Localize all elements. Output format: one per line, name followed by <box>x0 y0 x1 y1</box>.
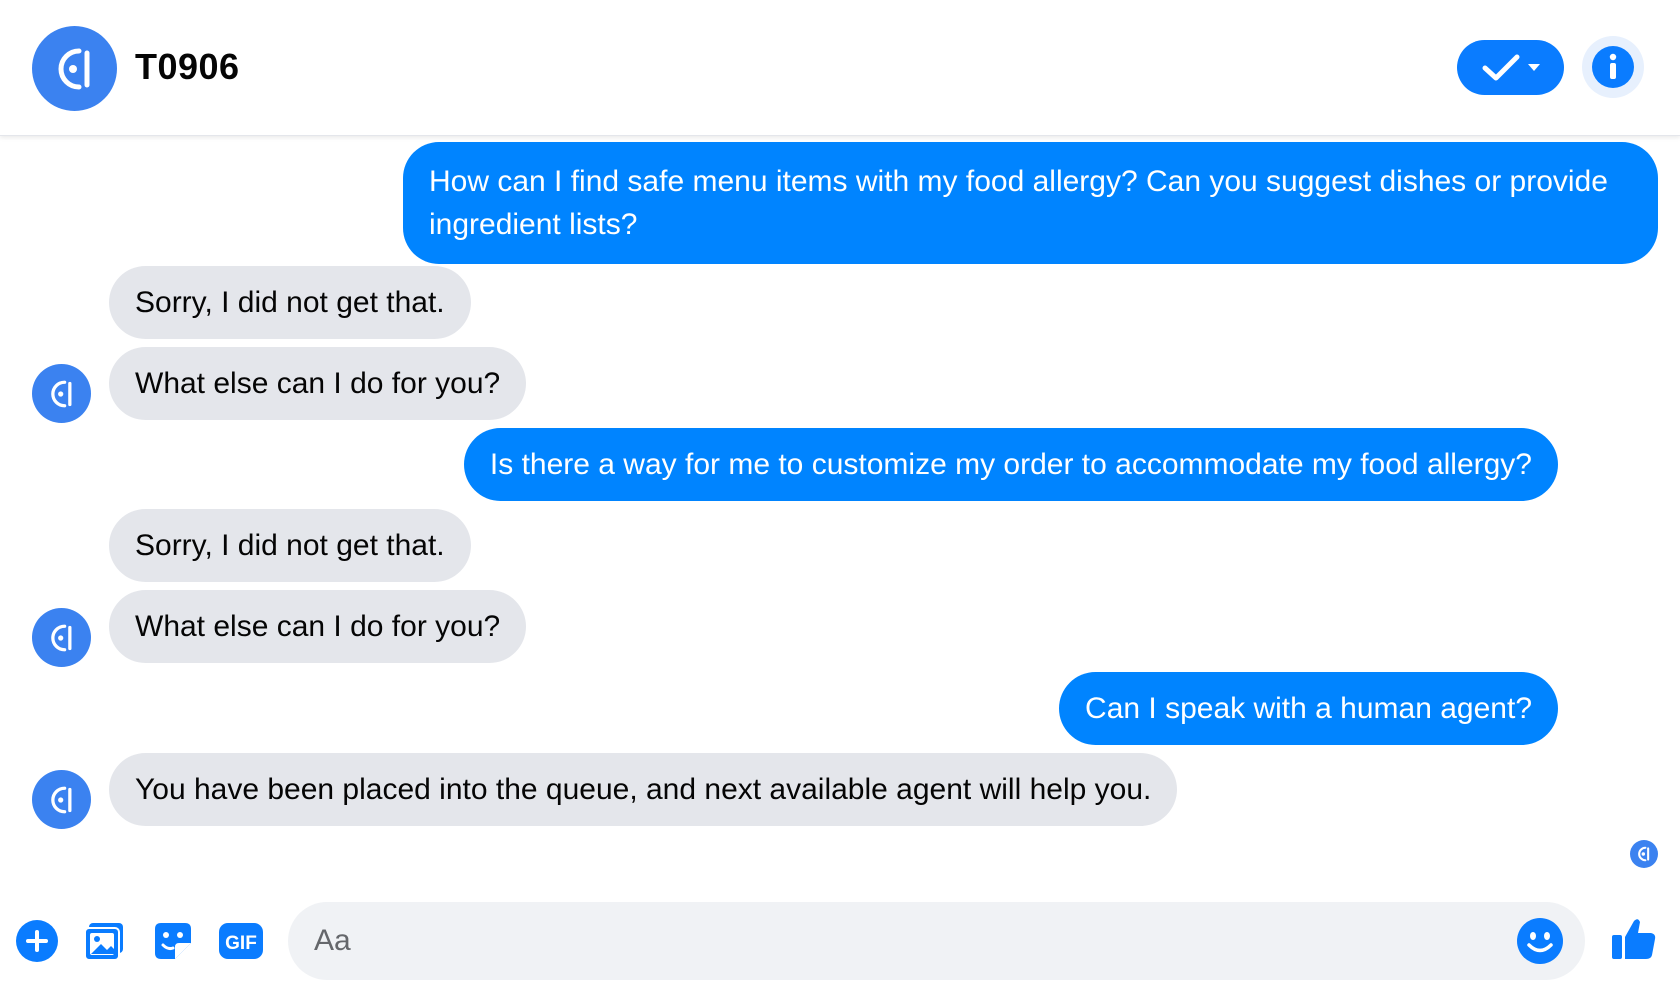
cl-logo-icon <box>32 26 117 111</box>
bot-message: Sorry, I did not get that. <box>109 509 471 582</box>
bot-message: What else can I do for you? <box>109 347 527 420</box>
resolve-button[interactable] <box>1457 40 1564 95</box>
thumbs-up-icon[interactable] <box>1608 914 1658 964</box>
photo-icon[interactable] <box>82 918 128 964</box>
bot-avatar <box>32 608 91 667</box>
info-icon <box>1592 46 1634 88</box>
conversation-header: T0906 <box>0 0 1680 136</box>
message-input-box <box>288 902 1585 980</box>
bot-message: What else can I do for you? <box>109 590 527 663</box>
sticker-icon[interactable] <box>150 918 196 964</box>
bot-message: You have been placed into the queue, and… <box>109 753 1178 826</box>
info-button[interactable] <box>1582 36 1644 98</box>
bot-avatar <box>32 364 91 423</box>
message-input[interactable] <box>314 902 1494 980</box>
bot-avatar <box>32 770 91 829</box>
chevron-down-icon <box>1527 63 1540 71</box>
read-receipt-avatar <box>1630 840 1658 868</box>
user-message: How can I find safe menu items with my f… <box>403 142 1658 264</box>
conversation-title: T0906 <box>135 46 240 87</box>
bot-message: Sorry, I did not get that. <box>109 266 471 339</box>
emoji-icon[interactable] <box>1517 918 1563 964</box>
gif-label: GIF <box>225 933 257 954</box>
user-message: Can I speak with a human agent? <box>1059 672 1558 745</box>
user-message: Is there a way for me to customize my or… <box>463 428 1558 501</box>
checkmark-icon <box>1482 54 1519 80</box>
plus-icon[interactable] <box>14 918 60 964</box>
gif-icon[interactable]: GIF <box>218 918 264 964</box>
